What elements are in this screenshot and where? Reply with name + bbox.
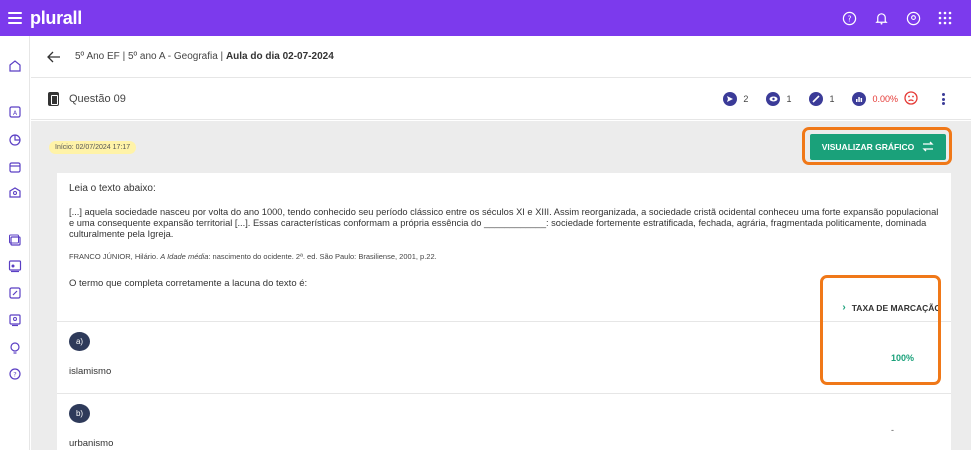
breadcrumb: 5º Ano EF | 5º ano A - Geografia | Aula … (75, 51, 334, 62)
breadcrumb-prefix[interactable]: 5º Ano EF | 5º ano A - Geografia | (75, 51, 223, 62)
option-a[interactable]: a) islamismo 100% (57, 321, 951, 393)
back-arrow-icon[interactable] (47, 50, 61, 64)
question-stats: 2 1 1 0.00% (723, 78, 945, 120)
reports-icon[interactable] (7, 132, 23, 148)
library-icon[interactable] (7, 232, 23, 248)
option-text: islamismo (69, 366, 112, 377)
sidebar: A ? (0, 36, 30, 450)
viewed-count: 1 (786, 94, 792, 104)
sad-face-icon (904, 91, 918, 107)
ideas-icon[interactable] (7, 340, 23, 356)
main-content: Início: 02/07/2024 17:17 VISUALIZAR GRÁF… (31, 121, 971, 450)
help-icon[interactable]: ? (841, 10, 857, 26)
question-card: Leia o texto abaixo: [...] aquela socied… (57, 173, 951, 450)
svg-text:?: ? (13, 371, 16, 379)
question-icon (48, 91, 59, 106)
top-bar: plurall ? (0, 0, 971, 36)
question-header: Questão 09 2 1 1 0.00% (31, 78, 971, 120)
question-passage: [...] aquela sociedade nasceu por volta … (69, 207, 939, 239)
question-title: Questão 09 (69, 92, 126, 105)
sent-icon (723, 92, 738, 106)
calendar-icon[interactable] (7, 159, 23, 175)
sent-count: 2 (743, 94, 749, 104)
source-author: FRANCO JÚNIOR, Hilário. (69, 252, 159, 261)
question-intro: Leia o texto abaixo: (69, 183, 156, 194)
swap-icon (922, 141, 934, 154)
highlight-box (820, 275, 941, 385)
apps-grid-icon[interactable] (937, 10, 953, 26)
breadcrumb-bar: 5º Ano EF | 5º ano A - Geografia | Aula … (31, 36, 971, 78)
passage-source: FRANCO JÚNIOR, Hilário. A Idade média: n… (69, 252, 437, 261)
source-details: : nascimento do ocidente. 2ª. ed. São Pa… (208, 252, 437, 261)
help-center-icon[interactable]: ? (7, 366, 23, 382)
option-letter: a) (69, 332, 90, 351)
svg-text:A: A (13, 110, 18, 117)
breadcrumb-current: Aula do dia 02-07-2024 (225, 51, 334, 62)
question-prompt: O termo que completa corretamente a lacu… (69, 278, 308, 289)
viewed-icon (766, 92, 781, 106)
profile-icon[interactable] (905, 10, 921, 26)
activities-icon[interactable] (7, 285, 23, 301)
source-title: A Idade média (160, 252, 209, 261)
option-letter: b) (69, 404, 90, 423)
correct-rate: 0.00% (872, 94, 898, 104)
school-icon[interactable] (7, 184, 23, 200)
option-b[interactable]: b) urbanismo - (57, 393, 951, 450)
bell-icon[interactable] (873, 10, 889, 26)
more-options-icon[interactable] (942, 93, 945, 105)
home-icon[interactable] (7, 58, 23, 74)
menu-icon[interactable] (8, 12, 22, 24)
chart-icon (852, 92, 867, 106)
visualize-chart-button[interactable]: VISUALIZAR GRÁFICO (810, 134, 946, 160)
option-rate: - (891, 425, 894, 435)
start-date-badge: Início: 02/07/2024 17:17 (49, 141, 137, 154)
classes-icon[interactable]: A (7, 104, 23, 120)
svg-text:?: ? (847, 14, 851, 23)
option-text: urbanismo (69, 438, 114, 449)
app-logo[interactable]: plurall (30, 8, 82, 29)
visualize-chart-label: VISUALIZAR GRÁFICO (821, 142, 915, 152)
answered-icon (809, 92, 824, 106)
answered-count: 1 (829, 94, 835, 104)
assessments-icon[interactable] (7, 312, 23, 328)
lessons-icon[interactable] (7, 258, 23, 274)
